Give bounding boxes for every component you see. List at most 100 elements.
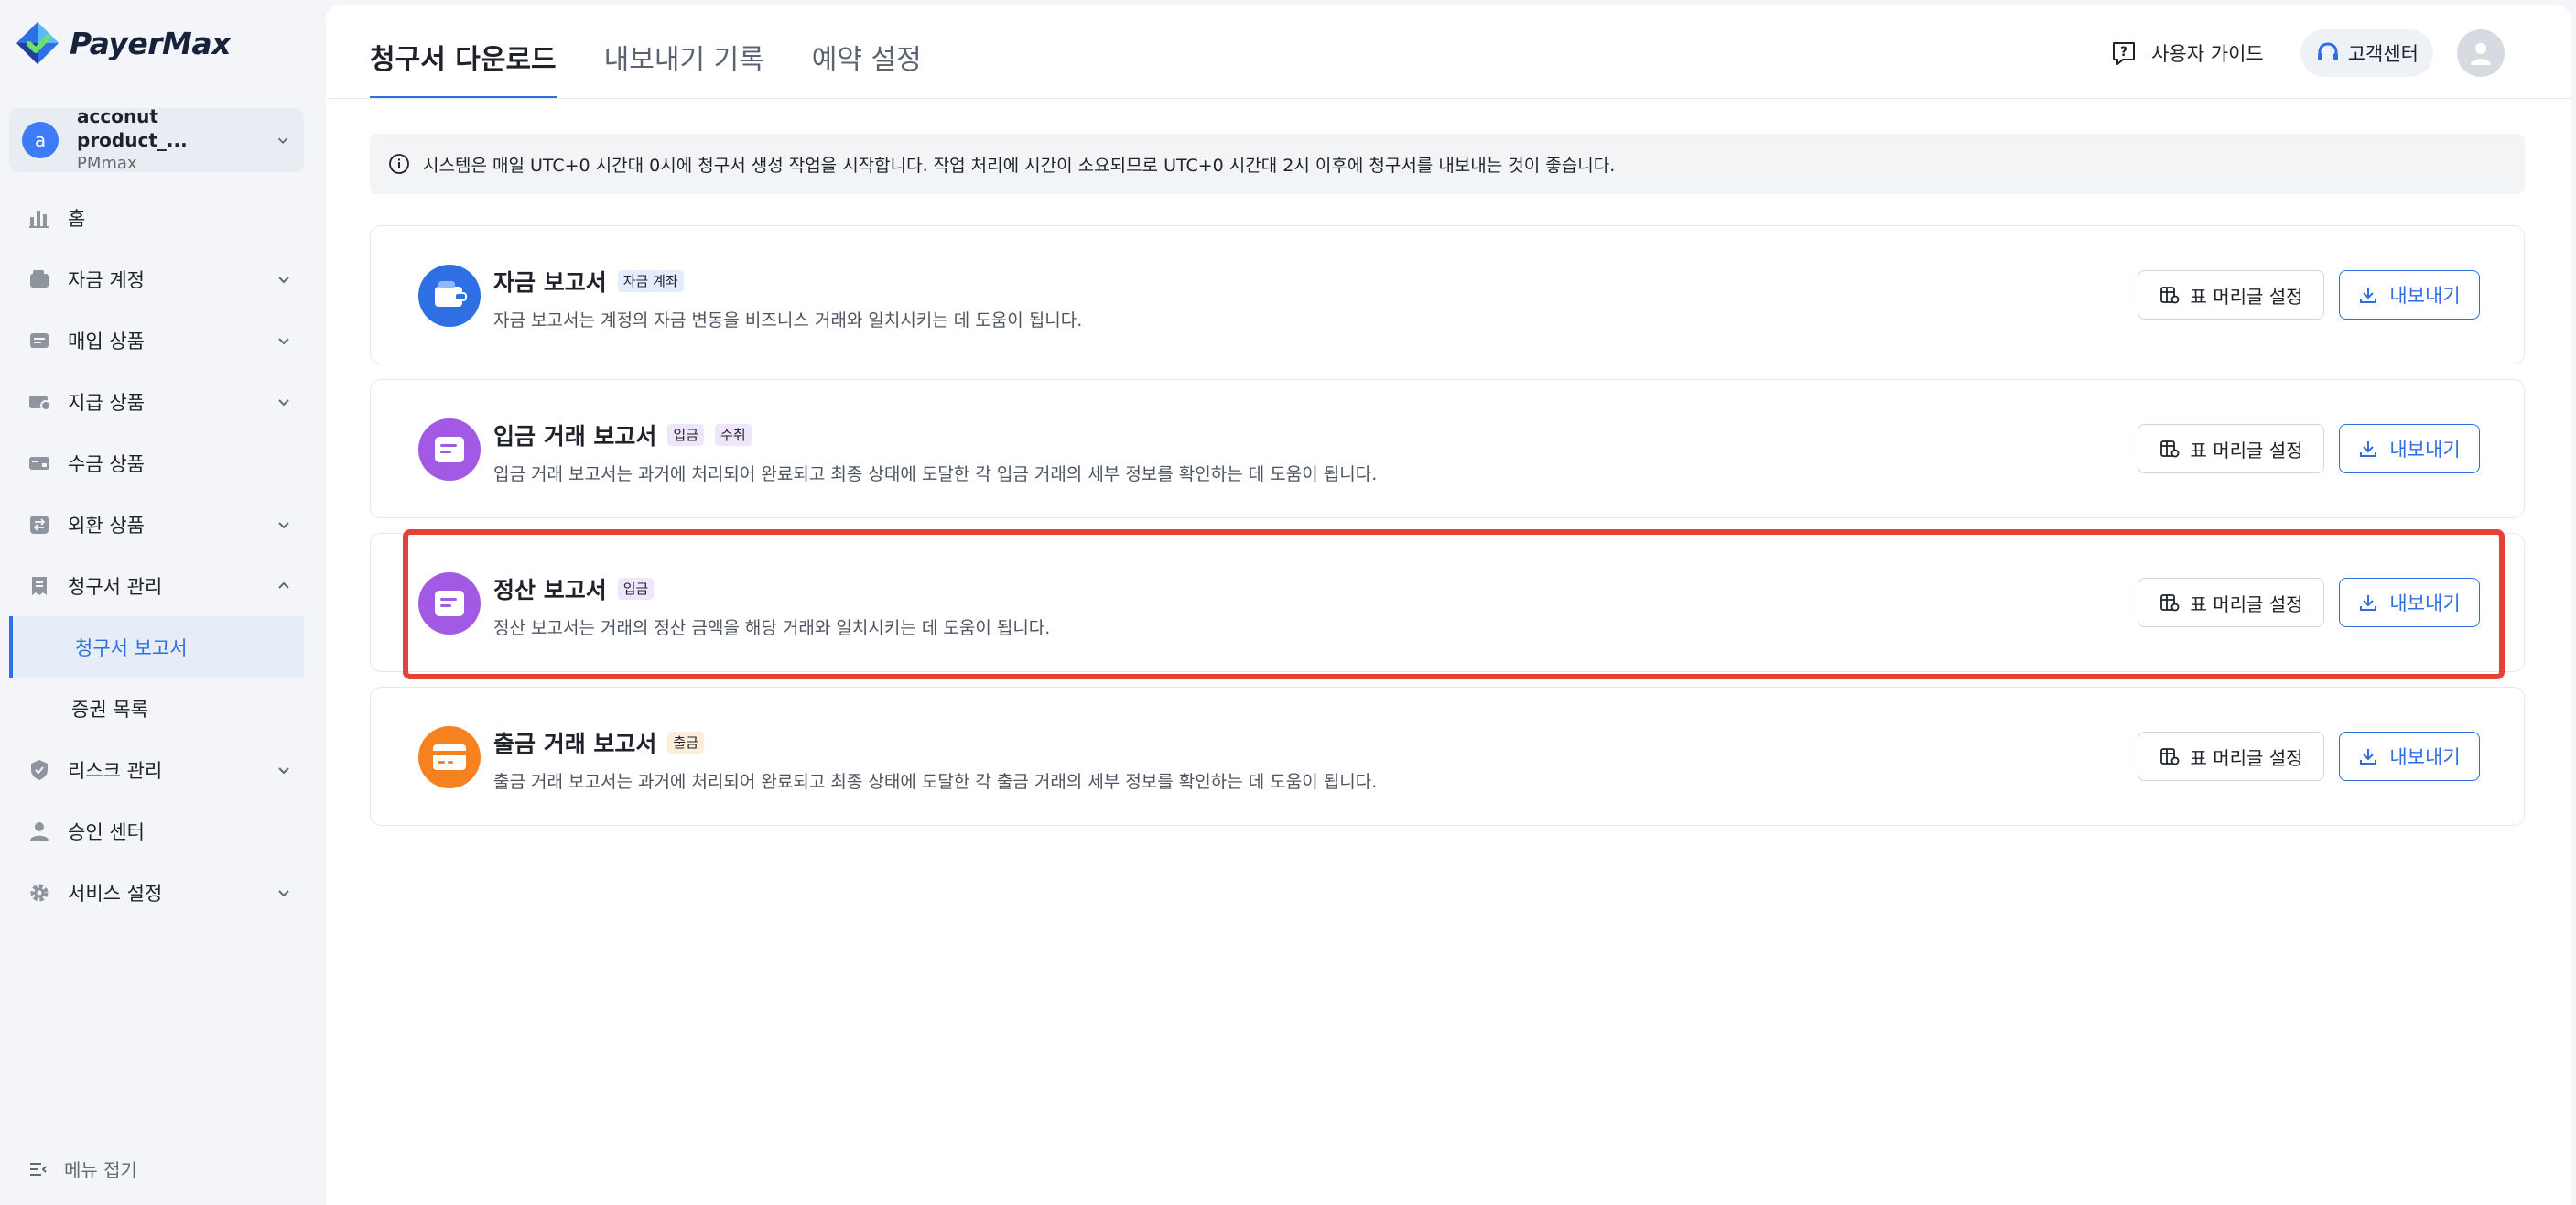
- export-label: 내보내기: [2389, 439, 2461, 461]
- sidebar-subitem-securities-list[interactable]: 증권 목록: [0, 678, 322, 739]
- account-org: PMmax: [77, 154, 137, 173]
- table-settings-icon: [2160, 440, 2180, 458]
- tab-bill-download[interactable]: 청구서 다운로드: [370, 5, 557, 99]
- sidebar-item-label: 지급 상품: [68, 391, 145, 414]
- logo-text: PayerMax: [70, 25, 231, 61]
- sidebar-item-acquiring[interactable]: 매입 상품: [0, 309, 322, 371]
- download-icon: [2360, 441, 2377, 457]
- gear-icon: [30, 884, 49, 901]
- report-tag: 수취: [715, 424, 752, 446]
- sidebar-item-label: 홈: [68, 207, 86, 230]
- sidebar-item-label: 청구서 관리: [68, 575, 163, 598]
- download-icon: [2360, 288, 2377, 303]
- report-tag: 자금 계좌: [617, 270, 684, 292]
- payout-icon: [29, 395, 51, 411]
- sidebar-item-bill-management[interactable]: 청구서 관리: [0, 555, 322, 616]
- export-button[interactable]: 내보내기: [2339, 578, 2480, 627]
- header-divider: [326, 98, 2571, 99]
- report-card-fund: 자금 보고서 자금 계좌 자금 보고서는 계정의 자금 변동을 비즈니스 거래와…: [370, 225, 2525, 364]
- logo-icon: [16, 22, 59, 64]
- sidebar-nav: 홈 자금 계정 매입 상품 지급 상품 수금 상품 외환 상품 청구서 관리 청…: [0, 187, 322, 923]
- collect-icon: [29, 456, 49, 470]
- collapse-menu-label: 메뉴 접기: [64, 1159, 137, 1181]
- header-actions: ? 사용자 가이드 고객센터: [2109, 27, 2505, 79]
- report-description: 입금 거래 보고서는 과거에 처리되어 완료되고 최종 상태에 도달한 각 입금…: [493, 464, 1378, 484]
- account-name: acconut product_...: [77, 105, 188, 151]
- chevron-down-icon: [278, 521, 289, 528]
- tab-export-history[interactable]: 내보내기 기록: [604, 5, 764, 99]
- download-icon: [2360, 595, 2377, 611]
- chevron-up-icon: [278, 581, 289, 589]
- chevron-down-icon: [278, 889, 289, 896]
- sidebar-item-label: 승인 센터: [68, 820, 145, 843]
- customer-center-label: 고객센터: [2347, 43, 2419, 65]
- chevron-down-icon: [278, 398, 289, 406]
- sidebar-item-label: 서비스 설정: [68, 882, 163, 905]
- sidebar-item-fx[interactable]: 외환 상품: [0, 494, 322, 555]
- customer-center-button[interactable]: 고객센터: [2300, 29, 2433, 77]
- document-icon: [418, 572, 481, 635]
- report-card-settlement: 정산 보고서 입금 정산 보고서는 거래의 정산 금액을 해당 거래와 일치시키…: [370, 533, 2525, 672]
- tab-schedule-settings[interactable]: 예약 설정: [812, 5, 922, 99]
- report-description: 자금 보고서는 계정의 자금 변동을 비즈니스 거래와 일치시키는 데 도움이 …: [493, 310, 1083, 331]
- bill-icon: [32, 576, 47, 595]
- header-settings-label: 표 머리글 설정: [2190, 439, 2303, 461]
- wallet-icon: [30, 269, 49, 288]
- chevron-down-icon: [277, 137, 288, 144]
- export-button[interactable]: 내보내기: [2339, 270, 2480, 320]
- collapse-menu-button[interactable]: 메뉴 접기: [27, 1156, 137, 1182]
- report-tag: 출금: [667, 732, 705, 754]
- sidebar-item-payout[interactable]: 지급 상품: [0, 371, 322, 432]
- download-icon: [2360, 749, 2377, 765]
- sidebar-item-label: 매입 상품: [68, 330, 145, 353]
- header-settings-button[interactable]: 표 머리글 설정: [2138, 732, 2324, 781]
- help-icon: ?: [2113, 42, 2136, 65]
- sidebar-item-label: 외환 상품: [68, 514, 145, 537]
- export-label: 내보내기: [2389, 285, 2461, 307]
- user-guide-link[interactable]: ? 사용자 가이드: [2109, 38, 2264, 68]
- user-avatar[interactable]: [2457, 29, 2505, 77]
- export-button[interactable]: 내보내기: [2339, 732, 2480, 781]
- sidebar-item-home[interactable]: 홈: [0, 187, 322, 248]
- export-label: 내보내기: [2389, 746, 2461, 768]
- table-settings-icon: [2160, 594, 2180, 612]
- header-settings-label: 표 머리글 설정: [2190, 285, 2303, 308]
- header-settings-button[interactable]: 표 머리글 설정: [2138, 578, 2324, 627]
- sidebar-item-label: 리스크 관리: [68, 759, 163, 782]
- payermax-logo[interactable]: PayerMax: [15, 20, 231, 66]
- svg-text:?: ?: [2120, 45, 2127, 60]
- main-panel: 청구서 다운로드 내보내기 기록 예약 설정 ? 사용자 가이드 고객센터 시스…: [326, 5, 2571, 1205]
- report-card-deposit: 입금 거래 보고서 입금 수취 입금 거래 보고서는 과거에 처리되어 완료되고…: [370, 379, 2525, 518]
- report-description: 정산 보고서는 거래의 정산 금액을 해당 거래와 일치시키는 데 도움이 됩니…: [493, 618, 1051, 638]
- sidebar-item-fund-account[interactable]: 자금 계정: [0, 248, 322, 309]
- wallet-icon: [418, 265, 481, 327]
- card-icon: [418, 726, 481, 788]
- sidebar-item-service-settings[interactable]: 서비스 설정: [0, 862, 322, 923]
- header-settings-button[interactable]: 표 머리글 설정: [2138, 270, 2324, 320]
- sidebar-item-label: 자금 계정: [68, 268, 145, 291]
- account-switcher[interactable]: a acconut product_... PMmax: [9, 105, 304, 173]
- report-card-withdrawal: 출금 거래 보고서 출금 출금 거래 보고서는 과거에 처리되어 완료되고 최종…: [370, 687, 2525, 826]
- sidebar-item-label: 수금 상품: [68, 452, 145, 475]
- export-label: 내보내기: [2389, 592, 2461, 614]
- report-title: 입금 거래 보고서: [493, 423, 657, 450]
- info-notice: 시스템은 매일 UTC+0 시간대 0시에 청구서 생성 작업을 시작합니다. …: [370, 134, 2525, 194]
- user-icon: [30, 821, 49, 841]
- sidebar-item-collection[interactable]: 수금 상품: [0, 432, 322, 494]
- table-settings-icon: [2160, 748, 2180, 765]
- export-button[interactable]: 내보내기: [2339, 424, 2480, 473]
- user-icon: [2471, 43, 2491, 65]
- header-settings-label: 표 머리글 설정: [2190, 592, 2303, 615]
- info-notice-text: 시스템은 매일 UTC+0 시간대 0시에 청구서 생성 작업을 시작합니다. …: [423, 155, 1616, 176]
- report-title: 출금 거래 보고서: [493, 731, 657, 757]
- table-settings-icon: [2160, 287, 2180, 304]
- sidebar-item-risk-management[interactable]: 리스크 관리: [0, 739, 322, 800]
- report-tag: 입금: [667, 424, 705, 446]
- document-icon: [418, 418, 481, 481]
- chevron-down-icon: [278, 276, 289, 283]
- sidebar-subitem-bill-report[interactable]: 청구서 보고서: [9, 616, 304, 678]
- report-description: 출금 거래 보고서는 과거에 처리되어 완료되고 최종 상태에 도달한 각 출금…: [493, 772, 1378, 792]
- sidebar-item-approval-center[interactable]: 승인 센터: [0, 800, 322, 862]
- header-settings-button[interactable]: 표 머리글 설정: [2138, 424, 2324, 473]
- card-icon: [30, 332, 49, 348]
